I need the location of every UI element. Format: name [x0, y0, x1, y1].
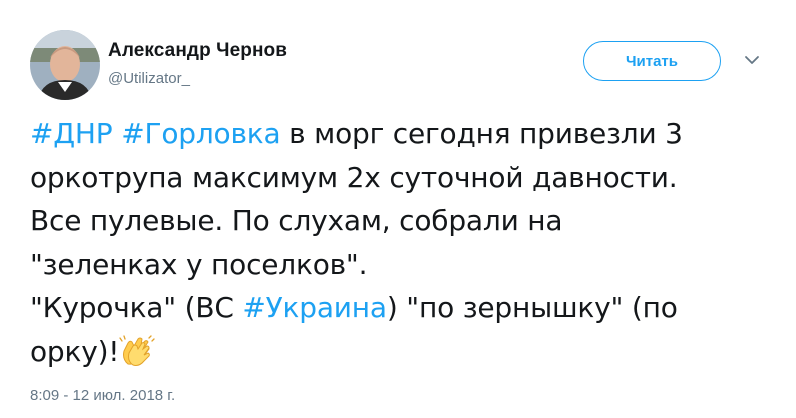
tweet-line: "зеленках у поселков".: [30, 247, 368, 281]
tweet-line: "Курочка" (ВС #Украина) "по зернышку" (п…: [30, 286, 780, 330]
hashtag-link[interactable]: #Украина: [242, 291, 387, 324]
clapping-hands-icon: [119, 334, 155, 366]
tweet-line: оркотрупа максимум 2х суточной давности.: [30, 160, 678, 194]
author-name[interactable]: Александр Чернов: [108, 40, 287, 62]
tweet-line: орку)!: [30, 330, 780, 374]
hashtag-link[interactable]: #Горловка: [121, 117, 280, 150]
follow-button[interactable]: Читать: [583, 41, 721, 81]
tweet-text-segment: в морг сегодня привезли 3: [280, 117, 683, 150]
hashtag-link[interactable]: #ДНР: [30, 117, 113, 150]
tweet-text-segment: ) "по зернышку" (по: [386, 291, 678, 324]
tweet-text-segment: орку)!: [30, 334, 120, 368]
tweet-card: Александр Чернов @Utilizator_ Читать #ДН…: [0, 0, 796, 418]
tweet-line: Все пулевые. По слухам, собрали на: [30, 204, 563, 237]
chevron-down-icon[interactable]: [744, 52, 760, 68]
tweet-line: #ДНР #Горловка в морг сегодня привезли 3: [30, 112, 780, 156]
avatar-photo: [30, 30, 100, 100]
avatar[interactable]: [30, 30, 100, 100]
tweet-text: #ДНР #Горловка в морг сегодня привезли 3…: [30, 112, 780, 373]
tweet-text-segment: "Курочка" (ВС: [30, 291, 243, 324]
author-handle[interactable]: @Utilizator_: [108, 70, 190, 87]
tweet-timestamp[interactable]: 8:09 - 12 июл. 2018 г.: [30, 387, 175, 404]
